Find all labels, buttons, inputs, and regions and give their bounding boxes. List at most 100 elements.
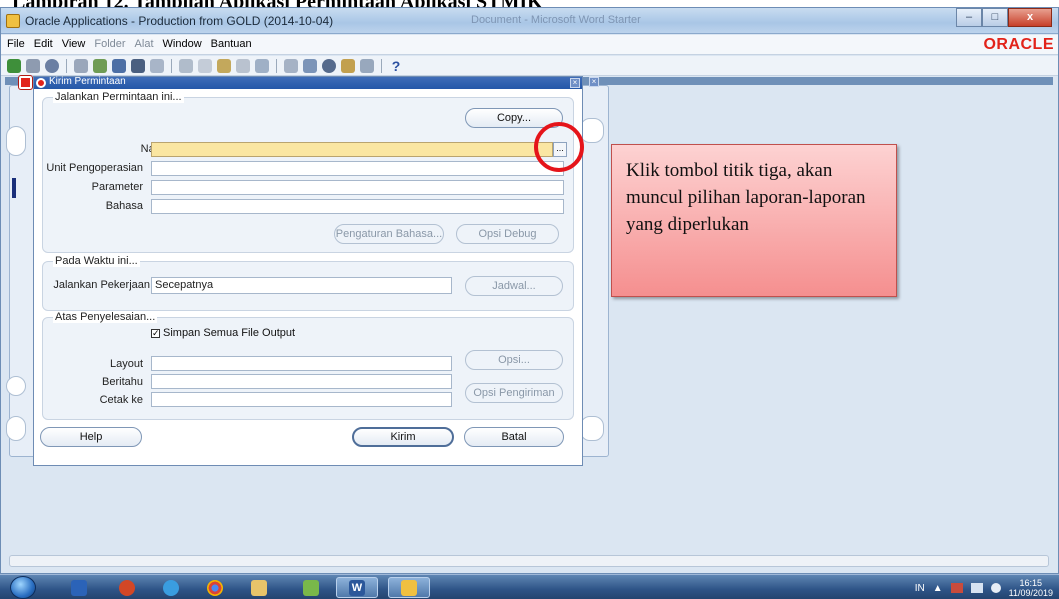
attachments-icon[interactable] (341, 59, 355, 73)
internet-explorer-icon (163, 579, 179, 596)
layout-field[interactable] (151, 356, 452, 371)
taskbar-internet-explorer[interactable] (150, 577, 192, 598)
debug-options-button[interactable]: Opsi Debug (456, 224, 559, 244)
layout-label: Layout (109, 358, 143, 370)
folder-tools-icon[interactable] (360, 59, 374, 73)
lov-highlight-circle (534, 122, 584, 172)
taskbar-file-explorer[interactable] (238, 577, 280, 598)
menu-bantuan[interactable]: Bantuan (211, 38, 252, 50)
start-button[interactable] (10, 576, 36, 599)
paste-icon[interactable] (217, 59, 231, 73)
word-icon: W (349, 579, 365, 596)
delete-record-icon[interactable] (255, 59, 269, 73)
clear-record-icon[interactable] (236, 59, 250, 73)
zoom-icon[interactable] (303, 59, 317, 73)
clock-time: 16:15 (1019, 578, 1043, 588)
background-form-button (6, 416, 26, 441)
window-titlebar: Oracle Applications - Production from GO… (1, 8, 1058, 34)
new-icon[interactable] (7, 59, 21, 73)
chrome-icon (207, 579, 223, 596)
print-icon[interactable] (131, 59, 145, 73)
completion-group: Atas Penyelesaian... ✓ Simpan Semua File… (42, 311, 574, 420)
media-player-icon (71, 579, 87, 596)
help-button[interactable]: Help (40, 427, 142, 447)
maximize-button[interactable]: □ (982, 8, 1008, 27)
navigator-icon[interactable] (45, 59, 59, 73)
action-center-icon[interactable] (950, 583, 963, 593)
dialog-outer-close-icon[interactable]: × (589, 77, 599, 87)
menu-alat[interactable]: Alat (135, 38, 154, 50)
oracle-logo: ORACLE (983, 36, 1054, 53)
dialog-close-icon[interactable]: × (570, 78, 580, 88)
completion-group-label: Atas Penyelesaian... (53, 311, 158, 323)
horizontal-scrollbar[interactable] (9, 555, 1049, 567)
save-icon[interactable] (74, 59, 88, 73)
taskbar-chrome[interactable] (194, 577, 236, 598)
submit-button[interactable]: Kirim (352, 427, 454, 447)
notify-field[interactable] (151, 374, 452, 389)
background-form-button (6, 376, 26, 396)
schedule-button[interactable]: Jadwal... (465, 276, 563, 296)
cut-icon[interactable] (179, 59, 193, 73)
taskbar-java[interactable] (388, 577, 430, 598)
taskbar-office[interactable] (106, 577, 148, 598)
operating-unit-label: Unit Pengoperasian (46, 162, 143, 174)
java-icon (401, 579, 417, 596)
copy-icon[interactable] (198, 59, 212, 73)
delivery-options-button[interactable]: Opsi Pengiriman (465, 383, 563, 403)
background-form-button (6, 126, 26, 156)
background-form-button (580, 118, 604, 143)
help-icon[interactable]: ? (389, 58, 403, 74)
clock-date: 11/09/2019 (1008, 588, 1053, 598)
language-settings-button[interactable]: Pengaturan Bahasa... (334, 224, 444, 244)
parameters-field[interactable] (151, 180, 564, 195)
menu-edit[interactable]: Edit (34, 38, 53, 50)
edit-field-icon[interactable] (284, 59, 298, 73)
toolbar: ? (1, 56, 1058, 76)
toolbar-separator (66, 59, 67, 73)
volume-icon[interactable] (990, 583, 1001, 593)
print-to-label: Cetak ke (99, 394, 143, 406)
menu-file[interactable]: File (7, 38, 25, 50)
submit-request-dialog: Kirim Permintaan × Jalankan Permintaan i… (33, 76, 583, 466)
tray-expand-icon[interactable]: ▲ (933, 583, 943, 594)
run-job-field[interactable]: Secepatnya (151, 277, 452, 294)
schedule-group-label: Pada Waktu ini... (53, 255, 140, 267)
minimize-button[interactable]: – (956, 8, 982, 27)
cancel-button[interactable]: Batal (464, 427, 564, 447)
system-tray: IN ▲ 16:15 11/09/2019 (915, 578, 1053, 598)
window-title: Oracle Applications - Production from GO… (25, 14, 334, 28)
schedule-group: Pada Waktu ini... Jalankan Pekerjaan Sec… (42, 255, 574, 311)
close-form-icon[interactable] (150, 59, 164, 73)
save-all-output-checkbox[interactable]: ✓ (151, 329, 160, 338)
language-field[interactable] (151, 199, 564, 214)
taskbar-folder[interactable] (290, 577, 332, 598)
run-request-group: Jalankan Permintaan ini... Copy... Nama … (42, 91, 574, 253)
menu-window[interactable]: Window (163, 38, 202, 50)
options-button[interactable]: Opsi... (465, 350, 563, 370)
network-icon[interactable] (970, 583, 983, 593)
switch-responsibility-icon[interactable] (112, 59, 126, 73)
name-field[interactable] (151, 142, 553, 157)
language-indicator[interactable]: IN (915, 583, 925, 594)
taskbar-media-player[interactable] (58, 577, 100, 598)
operating-unit-field[interactable] (151, 161, 564, 176)
oracle-dialog-icon (36, 78, 46, 88)
menu-view[interactable]: View (62, 38, 86, 50)
translations-icon[interactable] (322, 59, 336, 73)
dialog-title: Kirim Permintaan (49, 76, 126, 87)
background-window-title: Document - Microsoft Word Starter (471, 14, 641, 26)
next-step-icon[interactable] (93, 59, 107, 73)
run-job-label: Jalankan Pekerjaan (53, 279, 150, 291)
taskbar-word[interactable]: W (336, 577, 378, 598)
find-icon[interactable] (26, 59, 40, 73)
print-to-field[interactable] (151, 392, 452, 407)
instruction-callout: Klik tombol titik tiga, akan muncul pili… (611, 144, 897, 297)
parameters-label: Parameter (91, 181, 143, 193)
close-window-button[interactable]: x (1008, 8, 1052, 27)
menu-folder[interactable]: Folder (94, 38, 125, 50)
run-request-group-label: Jalankan Permintaan ini... (53, 91, 184, 103)
windows-taskbar: W IN ▲ 16:15 11/09/2019 (0, 574, 1059, 599)
clock[interactable]: 16:15 11/09/2019 (1009, 578, 1053, 598)
save-all-output-label: Simpan Semua File Output (163, 327, 296, 339)
